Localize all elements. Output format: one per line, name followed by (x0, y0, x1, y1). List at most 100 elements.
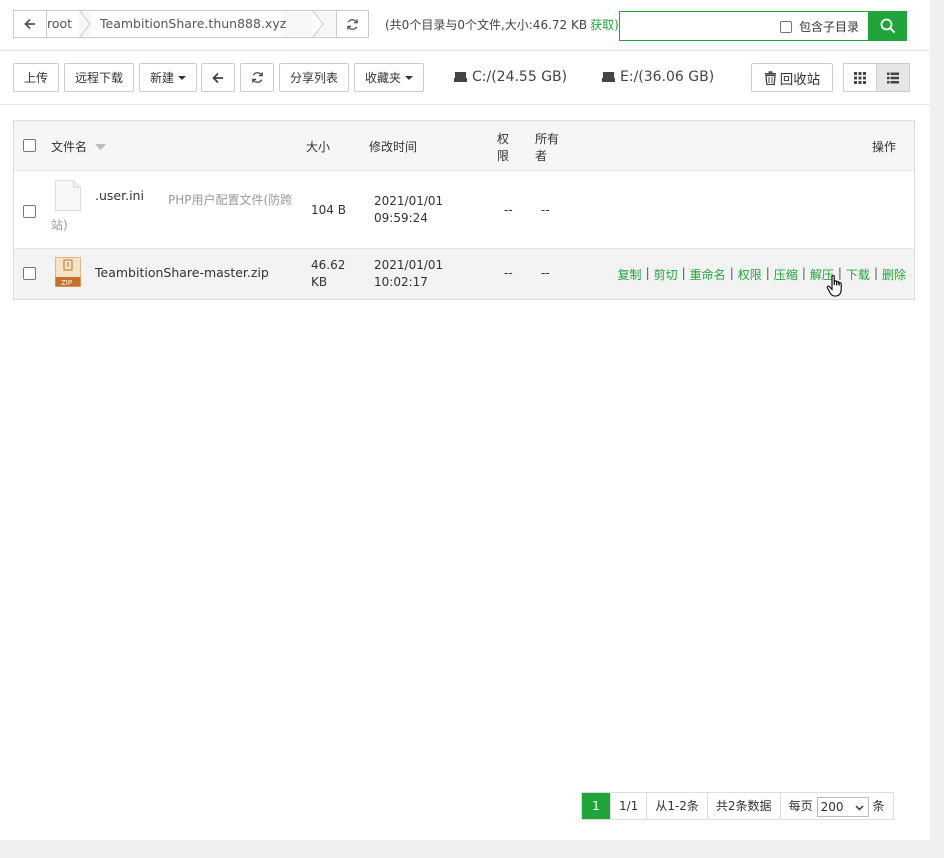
new-dropdown-button[interactable]: 新建 (139, 63, 197, 92)
page-current[interactable]: 1 (582, 793, 610, 819)
header-size[interactable]: 大小 (306, 138, 330, 155)
file-name[interactable]: .user.ini (95, 188, 144, 203)
copy-action[interactable]: 复制 (618, 266, 642, 283)
per-page-value: 200 (820, 799, 844, 814)
page-range: 从1-2条 (646, 793, 707, 819)
header-ops: 操作 (872, 140, 897, 154)
favorites-label: 收藏夹 (364, 71, 401, 85)
disk-e-label: E:/(36.06 GB) (620, 69, 715, 85)
total-count: 共2条数据 (706, 793, 780, 819)
file-name[interactable]: TeambitionShare-master.zip (95, 265, 269, 280)
rename-action[interactable]: 重命名 (690, 266, 726, 283)
delete-action[interactable]: 删除 (882, 266, 906, 283)
table-header: 文件名 大小 修改时间 权 限 所有 者 操作 (14, 121, 914, 171)
hard-drive-icon (602, 72, 615, 82)
file-time: 10:02:17 (374, 275, 428, 289)
new-label: 新建 (149, 71, 174, 85)
bottom-gutter (0, 840, 944, 858)
per-page-select[interactable]: 200 (816, 796, 869, 817)
include-subdir-checkbox[interactable] (780, 20, 792, 33)
action-separator: | (681, 266, 686, 280)
header-owner-1: 所有 (535, 132, 560, 146)
file-size-value: 46.62 (311, 258, 346, 272)
zip-icon-label: ZIP (61, 279, 73, 287)
header-name-label: 文件名 (51, 140, 88, 154)
recycle-bin-button[interactable]: 回收站 (751, 63, 833, 92)
permission-action[interactable]: 权限 (738, 266, 762, 283)
table-row[interactable]: ZIP TeambitionShare-master.zip 46.62 KB … (14, 249, 914, 299)
grid-icon (854, 71, 866, 84)
row-checkbox[interactable] (23, 205, 36, 218)
breadcrumb-root[interactable]: root (47, 11, 79, 37)
path-bar: root TeambitionShare.thun888.xyz (13, 10, 369, 38)
cut-action[interactable]: 剪切 (654, 266, 678, 283)
caret-down-icon (178, 75, 186, 80)
breadcrumb-site[interactable]: TeambitionShare.thun888.xyz (91, 11, 286, 37)
upload-button[interactable]: 上传 (13, 63, 59, 92)
file-size: 104 B (311, 203, 346, 217)
header-perm-1: 权 (497, 132, 510, 146)
file-owner: -- (541, 266, 550, 280)
file-size-unit: KB (311, 275, 328, 289)
caret-down-icon (405, 75, 413, 80)
list-icon (887, 72, 899, 83)
breadcrumb-separator-icon (79, 10, 91, 38)
disk-c-label: C:/(24.55 GB) (472, 69, 568, 85)
remote-download-button[interactable]: 远程下载 (64, 63, 134, 92)
compress-action[interactable]: 压缩 (774, 266, 798, 283)
refresh-icon (251, 72, 263, 83)
pagination: 1 1/1 从1-2条 共2条数据 每页 200 条 (581, 792, 894, 820)
recycle-bin-label: 回收站 (779, 71, 821, 88)
file-perm: -- (504, 266, 513, 280)
list-view-button[interactable] (876, 63, 910, 92)
hard-drive-icon (454, 72, 467, 82)
per-page-unit: 条 (872, 799, 885, 813)
file-time: 09:59:24 (374, 211, 428, 225)
hand-cursor-icon (826, 275, 842, 297)
file-note-1: PHP用户配置文件(防跨 (168, 193, 293, 207)
file-table: 文件名 大小 修改时间 权 限 所有 者 操作 .user.ini PHP用户配… (13, 120, 915, 300)
row-actions: 复制 | 剪切 | 重命名 | 权限 | 压缩 | 解压 | 下载 | 删除 (618, 266, 906, 283)
summary-text: (共0个目录与0个文件,大小:46.72 KB (385, 18, 588, 32)
header-perm-2: 限 (497, 149, 510, 163)
disk-e[interactable]: E:/(36.06 GB) (602, 69, 714, 85)
header-name[interactable]: 文件名 (51, 138, 106, 155)
file-icon (55, 180, 81, 211)
go-back-button[interactable] (201, 63, 235, 92)
action-separator: | (645, 266, 650, 280)
file-date: 2021/01/01 (374, 194, 444, 208)
include-subdir-toggle[interactable]: 包含子目录 (780, 18, 859, 35)
dir-summary: (共0个目录与0个文件,大小:46.72 KB 获取) (385, 16, 619, 33)
action-separator: | (801, 266, 806, 280)
disk-c[interactable]: C:/(24.55 GB) (454, 69, 567, 85)
share-list-button[interactable]: 分享列表 (279, 63, 349, 92)
action-separator: | (873, 266, 878, 280)
include-subdir-label: 包含子目录 (799, 20, 860, 34)
breadcrumb-separator-icon (312, 10, 324, 38)
back-button[interactable] (13, 10, 47, 38)
row-checkbox[interactable] (23, 267, 36, 280)
right-gutter (930, 0, 944, 858)
sort-down-icon (94, 144, 106, 150)
arrow-left-icon (24, 18, 35, 30)
search-button[interactable] (868, 11, 907, 41)
page-count: 1/1 (610, 793, 646, 819)
fetch-link[interactable]: 获取) (590, 18, 619, 32)
chevron-down-icon (855, 804, 864, 811)
header-mtime[interactable]: 修改时间 (369, 138, 417, 155)
grid-view-button[interactable] (843, 63, 877, 92)
action-separator: | (729, 266, 734, 280)
trash-icon (764, 70, 776, 85)
download-action[interactable]: 下载 (846, 266, 870, 283)
arrow-left-icon (212, 72, 223, 83)
per-page-label: 每页 (788, 799, 813, 813)
file-owner: -- (541, 203, 550, 217)
table-row[interactable]: .user.ini PHP用户配置文件(防跨 站) 104 B 2021/01/… (14, 173, 914, 249)
divider (0, 50, 930, 51)
select-all-checkbox[interactable] (23, 139, 36, 152)
favorites-dropdown-button[interactable]: 收藏夹 (354, 63, 424, 92)
per-page: 每页 200 条 (779, 793, 893, 819)
refresh-button[interactable] (240, 63, 274, 92)
action-separator: | (765, 266, 770, 280)
refresh-path-button[interactable] (337, 10, 369, 38)
